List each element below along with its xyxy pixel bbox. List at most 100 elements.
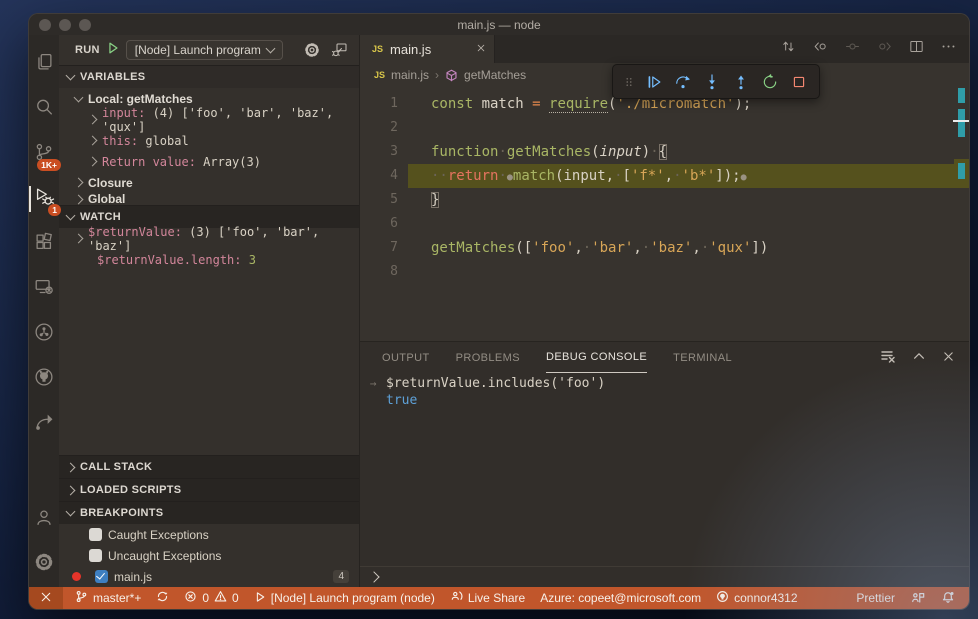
configure-gear-icon[interactable] [301, 39, 323, 61]
debug-console-icon[interactable] [329, 39, 351, 61]
loaded-scripts-section-header[interactable]: LOADED SCRIPTS [59, 478, 359, 501]
line-number[interactable]: 1 [360, 92, 408, 116]
breakpoint-dot-icon [72, 572, 81, 581]
line-number[interactable]: 3 [360, 140, 408, 164]
line-number[interactable]: 8 [360, 260, 408, 284]
watch-row[interactable]: $returnValue.length: 3 [59, 249, 359, 270]
breakpoint-row[interactable]: Caught Exceptions [59, 524, 359, 545]
stop-button[interactable] [784, 68, 813, 96]
chevron-right-icon [73, 194, 84, 204]
variable-row[interactable]: input: (4) ['foo', 'bar', 'baz', 'qux'] [59, 106, 359, 134]
chevron-down-icon [73, 92, 84, 102]
reverse-continue-icon[interactable] [812, 38, 829, 60]
breakpoint-row[interactable]: main.js 4 [59, 566, 359, 587]
line-number[interactable]: 6 [360, 212, 408, 236]
notifications-bell-icon[interactable] [941, 591, 955, 605]
tab-bar: JS main.js [360, 35, 969, 63]
remote-indicator[interactable] [29, 587, 63, 609]
variable-scope-row[interactable]: Global [59, 193, 359, 205]
code-editor[interactable]: 1 const match = require('./micromatch'); … [360, 87, 969, 341]
chevron-right-icon [87, 114, 98, 125]
variables-section-header[interactable]: VARIABLES [59, 65, 359, 88]
debug-console-output[interactable]: → $returnValue.includes('foo') true [360, 373, 969, 566]
caught-exceptions-checkbox[interactable] [89, 528, 102, 541]
uncaught-exceptions-checkbox[interactable] [89, 549, 102, 562]
clear-console-icon[interactable] [880, 348, 896, 367]
git-branch-status[interactable]: master*+ [75, 590, 141, 606]
restart-button[interactable] [755, 68, 784, 96]
step-over-button[interactable] [668, 68, 697, 96]
prettier-status[interactable]: Prettier [856, 591, 895, 605]
tab-debug-console[interactable]: DEBUG CONSOLE [545, 342, 648, 373]
close-panel-icon[interactable] [942, 350, 955, 366]
github-account-status[interactable]: connor4312 [716, 590, 798, 606]
maximize-panel-icon[interactable] [912, 349, 926, 366]
line-number[interactable]: 4 [360, 164, 408, 188]
sidebar-item-search[interactable] [29, 92, 59, 126]
breakpoint-row[interactable]: Uncaught Exceptions [59, 545, 359, 566]
sidebar-item-live-share-sessions[interactable] [29, 317, 59, 351]
warning-icon [214, 590, 227, 606]
chevron-right-icon [65, 485, 76, 495]
sidebar-item-account[interactable] [29, 502, 59, 536]
sidebar-item-github[interactable] [29, 362, 59, 396]
title-bar: main.js — node [29, 14, 969, 35]
branch-icon [75, 590, 88, 606]
tab-mainjs[interactable]: JS main.js [360, 35, 495, 63]
breakpoints-section-header[interactable]: BREAKPOINTS [59, 501, 359, 524]
split-editor-icon[interactable] [908, 38, 925, 60]
toolbar-drag-handle[interactable] [619, 68, 639, 96]
sidebar-item-explorer[interactable] [29, 47, 59, 81]
sidebar-item-settings[interactable] [29, 547, 59, 581]
chevron-right-icon [87, 135, 98, 146]
step-into-button[interactable] [697, 68, 726, 96]
sidebar-item-live-share[interactable] [29, 407, 59, 441]
breadcrumb-symbol[interactable]: getMatches [464, 68, 526, 82]
variable-row[interactable]: this: global [59, 130, 359, 151]
sidebar-item-run-debug[interactable]: 1 [29, 182, 61, 216]
account-icon [33, 506, 55, 533]
debug-toolbar [612, 64, 820, 99]
live-share-status[interactable]: Live Share [450, 590, 525, 606]
close-tab-icon[interactable] [476, 42, 486, 56]
scm-badge: 1K+ [37, 159, 61, 171]
step-out-button[interactable] [726, 68, 755, 96]
line-number[interactable]: 5 [360, 188, 408, 212]
chevron-right-icon [65, 462, 76, 472]
remote-x-icon [40, 591, 52, 606]
chevron-right-icon [73, 233, 84, 244]
tab-problems[interactable]: PROBLEMS [456, 342, 520, 373]
console-input-row[interactable] [360, 566, 969, 587]
problems-status[interactable]: 0 0 [184, 590, 239, 606]
step-back-icon[interactable] [844, 38, 861, 60]
sidebar-item-remote-explorer[interactable] [29, 272, 59, 306]
mainjs-breakpoint-checkbox[interactable] [95, 570, 108, 583]
tab-output[interactable]: OUTPUT [382, 342, 430, 373]
sidebar-item-source-control[interactable]: 1K+ [29, 137, 61, 171]
step-forward-icon[interactable] [876, 38, 893, 60]
chevron-down-icon [265, 43, 276, 54]
sync-status[interactable] [156, 590, 169, 606]
debug-badge: 1 [48, 204, 61, 216]
launch-config-dropdown[interactable]: [Node] Launch program [125, 40, 283, 60]
debug-launch-status[interactable]: [Node] Launch program (node) [254, 591, 435, 606]
line-number[interactable]: 2 [360, 116, 408, 140]
start-debug-icon[interactable] [106, 41, 120, 60]
sidebar-item-extensions[interactable] [29, 227, 59, 261]
tab-terminal[interactable]: TERMINAL [673, 342, 732, 373]
variable-scope-row[interactable]: Closure [59, 172, 359, 193]
swap-editors-icon[interactable] [780, 38, 797, 60]
overview-ruler[interactable] [953, 87, 969, 341]
variable-row[interactable]: Return value: Array(3) [59, 151, 359, 172]
play-icon [254, 591, 266, 606]
azure-account-status[interactable]: Azure: copeet@microsoft.com [540, 591, 701, 605]
vscode-window: main.js — node 1K+ 1 RUN [Node] Launch p… [28, 13, 970, 610]
continue-button[interactable] [639, 68, 668, 96]
feedback-icon[interactable] [911, 591, 925, 605]
line-number[interactable]: 7 [360, 236, 408, 260]
more-actions-icon[interactable] [940, 38, 957, 60]
breadcrumb-file[interactable]: main.js [391, 68, 429, 82]
watch-row[interactable]: $returnValue: (3) ['foo', 'bar', 'baz'] [59, 225, 359, 253]
call-stack-section-header[interactable]: CALL STACK [59, 455, 359, 478]
console-result: true [386, 393, 418, 408]
